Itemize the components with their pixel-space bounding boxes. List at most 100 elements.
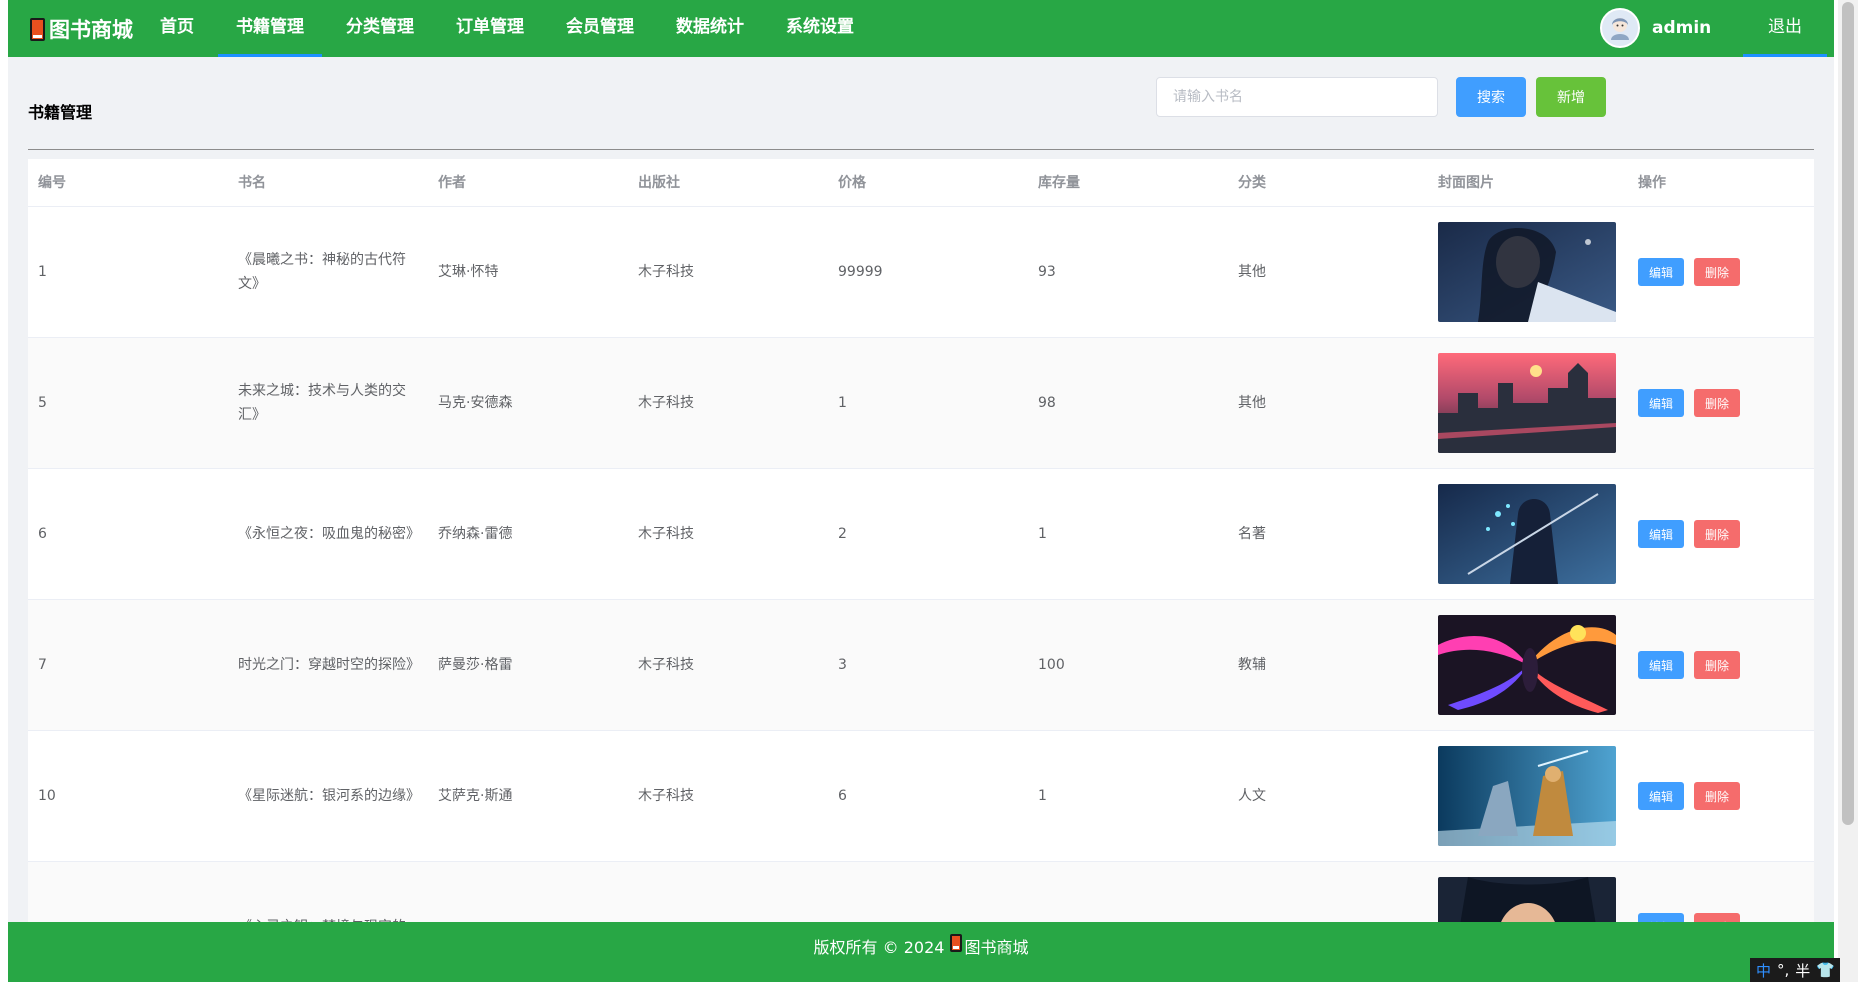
book-publisher: 木子科技 [638, 395, 694, 411]
book-author: 马克·安德森 [438, 395, 513, 411]
book-price [828, 862, 1028, 922]
book-cover-cell [1428, 600, 1628, 730]
nav-item-orders[interactable]: 订单管理 [438, 0, 542, 57]
book-stock: 93 [1038, 264, 1056, 280]
edit-button[interactable]: 编辑 [1638, 782, 1685, 810]
book-id: 6 [38, 526, 47, 542]
table-row: 《心灵之钥：梦境与现实的 编辑 删除 [28, 862, 1814, 922]
column-header-publisher: 出版社 [638, 174, 680, 191]
book-title: 时光之门：穿越时空的探险》 [238, 657, 420, 673]
edit-button[interactable]: 编辑 [1638, 913, 1685, 922]
nav-item-home[interactable]: 首页 [142, 0, 212, 57]
row-actions: 编辑 删除 [1628, 207, 1814, 337]
divider [28, 149, 1814, 150]
row-actions: 编辑 删除 [1628, 338, 1814, 468]
book-title: 《星际迷航：银河系的边缘》 [238, 788, 420, 804]
book-icon [950, 934, 963, 952]
user-avatar-icon [1602, 10, 1638, 46]
delete-button[interactable]: 删除 [1694, 520, 1741, 548]
column-header-category: 分类 [1238, 174, 1266, 191]
book-id: 1 [38, 264, 47, 280]
edit-button[interactable]: 编辑 [1638, 520, 1685, 548]
book-stock [1028, 862, 1228, 922]
book-category: 其他 [1238, 395, 1266, 411]
avatar[interactable] [1600, 8, 1640, 48]
shirt-icon[interactable]: 👕 [1816, 961, 1835, 979]
edit-button[interactable]: 编辑 [1638, 389, 1685, 417]
table-row: 1 《晨曦之书：神秘的古代符文》 艾琳·怀特 木子科技 99999 93 其他 [28, 207, 1814, 338]
column-header-stock: 库存量 [1038, 174, 1080, 191]
book-author: 艾萨克·斯通 [438, 788, 513, 804]
delete-button[interactable]: 删除 [1694, 389, 1741, 417]
book-id: 7 [38, 657, 47, 673]
book-publisher: 木子科技 [638, 788, 694, 804]
table-header: 编号 书名 作者 出版社 价格 库存量 分类 封面图片 操作 [28, 159, 1814, 207]
book-publisher: 木子科技 [638, 526, 694, 542]
book-id: 10 [38, 788, 56, 804]
book-cover-image [1438, 353, 1616, 453]
search-input[interactable] [1156, 77, 1438, 117]
book-publisher [628, 862, 828, 922]
nav-item-books[interactable]: 书籍管理 [218, 0, 322, 57]
username: admin [1652, 18, 1712, 38]
book-cover-cell [1428, 469, 1628, 599]
book-cover-image [1438, 484, 1616, 584]
book-cover-image [1438, 877, 1616, 922]
nav-item-categories[interactable]: 分类管理 [328, 0, 432, 57]
row-actions: 编辑 删除 [1628, 862, 1814, 922]
column-header-cover: 封面图片 [1438, 174, 1494, 191]
row-actions: 编辑 删除 [1628, 469, 1814, 599]
search-button[interactable]: 搜索 [1456, 77, 1526, 117]
table-row: 5 未来之城：技术与人类的交汇》 马克·安德森 木子科技 1 98 其他 编辑 … [28, 338, 1814, 469]
ime-punct[interactable]: °, [1777, 961, 1789, 979]
main-nav: 首页 书籍管理 分类管理 订单管理 会员管理 数据统计 系统设置 [142, 0, 878, 57]
edit-button[interactable]: 编辑 [1638, 651, 1685, 679]
page-scrollbar[interactable] [1838, 0, 1858, 982]
ime-width[interactable]: 半 [1795, 960, 1810, 981]
column-header-id: 编号 [38, 174, 66, 191]
footer-copyright: 版权所有 © 2024 [813, 938, 945, 957]
table-row: 6 《永恒之夜：吸血鬼的秘密》 乔纳森·雷德 木子科技 2 1 名著 编辑 删除 [28, 469, 1814, 600]
book-category: 教辅 [1238, 657, 1266, 673]
book-icon [30, 17, 45, 41]
page-title: 书籍管理 [28, 103, 93, 122]
user-menu[interactable]: admin [1600, 8, 1711, 48]
book-author: 乔纳森·雷德 [438, 526, 513, 542]
nav-item-members[interactable]: 会员管理 [548, 0, 652, 57]
top-nav-bar: 图书商城 首页 书籍管理 分类管理 订单管理 会员管理 数据统计 系统设置 ad… [8, 0, 1834, 57]
book-author: 萨曼莎·格雷 [438, 657, 513, 673]
column-header-price: 价格 [838, 174, 866, 191]
book-author: 艾琳·怀特 [438, 264, 499, 280]
book-price: 3 [838, 657, 847, 673]
book-cover-cell [1428, 731, 1628, 861]
add-book-button[interactable]: 新增 [1536, 77, 1606, 117]
ime-mode[interactable]: 中 [1756, 960, 1771, 981]
ime-indicator[interactable]: 中 °, 半 👕 [1750, 958, 1840, 982]
logo[interactable]: 图书商城 [30, 14, 133, 44]
nav-item-statistics[interactable]: 数据统计 [658, 0, 762, 57]
book-id [28, 862, 228, 922]
book-author [428, 862, 628, 922]
book-price: 1 [838, 395, 847, 411]
delete-button[interactable]: 删除 [1694, 258, 1741, 286]
delete-button[interactable]: 删除 [1694, 651, 1741, 679]
scrollbar-thumb[interactable] [1842, 2, 1854, 825]
delete-button[interactable]: 删除 [1694, 782, 1741, 810]
book-category: 名著 [1238, 526, 1266, 542]
page: 图书商城 首页 书籍管理 分类管理 订单管理 会员管理 数据统计 系统设置 ad… [8, 0, 1834, 982]
column-header-actions: 操作 [1638, 174, 1666, 191]
book-title: 《心灵之钥：梦境与现实的 [228, 862, 428, 922]
book-title: 《晨曦之书：神秘的古代符文》 [238, 252, 406, 292]
table-row: 10 《星际迷航：银河系的边缘》 艾萨克·斯通 木子科技 6 1 人文 编辑 删… [28, 731, 1814, 862]
logout-button[interactable]: 退出 [1743, 0, 1827, 57]
book-cover-image [1438, 222, 1616, 322]
delete-button[interactable]: 删除 [1694, 913, 1741, 922]
book-title: 未来之城：技术与人类的交汇》 [238, 383, 406, 423]
book-price: 99999 [838, 264, 883, 280]
edit-button[interactable]: 编辑 [1638, 258, 1685, 286]
table-row: 7 时光之门：穿越时空的探险》 萨曼莎·格雷 木子科技 3 100 教辅 编辑 … [28, 600, 1814, 731]
book-stock: 98 [1038, 395, 1056, 411]
logo-text: 图书商城 [49, 18, 133, 42]
nav-item-settings[interactable]: 系统设置 [768, 0, 872, 57]
column-header-author: 作者 [438, 174, 466, 191]
